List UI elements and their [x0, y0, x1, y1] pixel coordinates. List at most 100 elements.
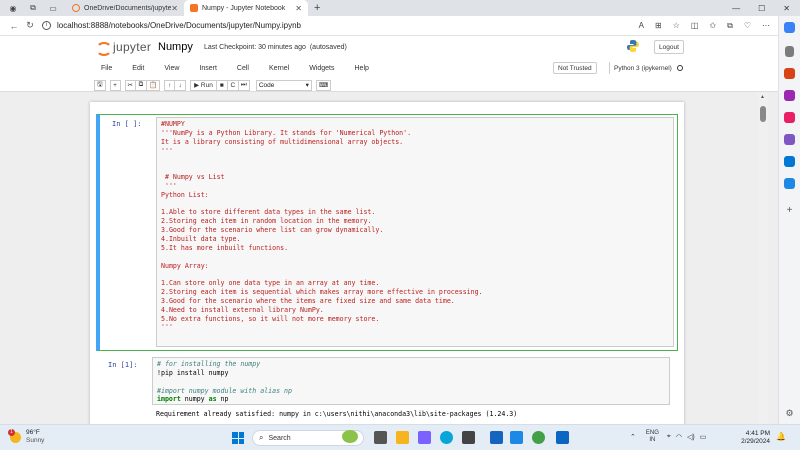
save-button[interactable]: 🖫 [94, 79, 106, 91]
copilot-icon[interactable] [784, 22, 795, 33]
taskbar-clock[interactable]: 4:41 PM 2/29/2024 [728, 430, 770, 446]
shopping-icon[interactable] [784, 68, 795, 79]
language-indicator[interactable]: ENG IN [646, 430, 659, 444]
collections-icon[interactable]: ⧉ [26, 1, 40, 15]
cell-input[interactable]: #NUMPY '''NumPy is a Python Library. It s… [156, 117, 674, 347]
sidebar-settings-icon[interactable]: ⚙ [784, 408, 795, 419]
code-line: 3.Good for the scenario where list can g… [161, 226, 384, 235]
profile-icon[interactable]: ◉ [6, 1, 20, 15]
tools-icon[interactable] [784, 90, 795, 101]
move-up-button[interactable]: ↑ [164, 79, 176, 91]
tab-jupyter-files[interactable]: OneDrive/Documents/jupyter/ ✕ [66, 0, 184, 16]
store-icon[interactable] [462, 431, 475, 444]
menu-insert[interactable]: Insert [199, 65, 217, 72]
code-cell[interactable]: In [ ]: #NUMPY '''NumPy is a Python Libra… [96, 114, 678, 351]
start-button-icon[interactable] [232, 432, 244, 444]
notebook-area: In [ ]: #NUMPY '''NumPy is a Python Libra… [0, 92, 768, 424]
menu-cell[interactable]: Cell [237, 65, 249, 72]
url-field[interactable]: i localhost:8888/notebooks/OneDrive/Docu… [42, 21, 301, 30]
menu-view[interactable]: View [164, 65, 179, 72]
volume-icon[interactable]: ◁) [687, 433, 695, 441]
cell-output: Requirement already satisfied: numpy in … [156, 410, 518, 418]
chevron-up-icon[interactable]: ⌃ [630, 433, 636, 441]
menu-file[interactable]: File [101, 65, 112, 72]
code-cell[interactable]: In [1]: # for installing the numpy !pip … [96, 355, 678, 424]
new-tab-button[interactable]: + [314, 2, 320, 14]
restart-run-all-button[interactable]: ⏭ [238, 79, 250, 91]
outlook-icon[interactable] [784, 156, 795, 167]
tab-numpy-notebook[interactable]: Numpy - Jupyter Notebook ✕ [184, 0, 308, 16]
cell-type-select[interactable]: Code ▾ [255, 79, 312, 91]
tab-actions-icon[interactable]: ▭ [46, 1, 60, 15]
games-icon[interactable] [784, 112, 795, 123]
app-available-icon[interactable]: ⊞ [655, 21, 662, 31]
kernel-name: Python 3 (ipykernel) [614, 64, 672, 72]
anaconda-icon[interactable] [532, 431, 545, 444]
search-label: Search [268, 434, 291, 442]
add-sidebar-icon[interactable]: + [784, 206, 795, 217]
close-window-button[interactable]: ✕ [783, 4, 790, 13]
search-sidebar-icon[interactable] [785, 46, 794, 57]
menu-edit[interactable]: Edit [132, 65, 144, 72]
paste-button[interactable]: 📋 [147, 79, 161, 91]
code-line: # Numpy vs List [161, 173, 225, 182]
wifi-icon[interactable]: ◠ [676, 433, 682, 441]
file-explorer-icon[interactable] [396, 431, 409, 444]
vscode-icon[interactable] [510, 431, 523, 444]
close-tab-icon[interactable]: ✕ [171, 4, 178, 13]
menu-widgets[interactable]: Widgets [309, 65, 334, 72]
move-down-button[interactable]: ↓ [175, 79, 187, 91]
favorites-icon[interactable]: ✩ [709, 21, 716, 31]
back-icon[interactable]: ← [6, 21, 22, 31]
insert-cell-button[interactable]: + [109, 79, 121, 91]
maximize-button[interactable]: ☐ [758, 4, 765, 13]
window-controls: — ☐ ✕ [732, 4, 800, 13]
close-tab-icon[interactable]: ✕ [295, 4, 302, 13]
more-options-icon[interactable]: ⋯ [762, 21, 770, 31]
cell-input[interactable]: # for installing the numpy !pip install … [152, 357, 670, 405]
refresh-icon[interactable]: ↻ [22, 20, 38, 31]
linkedin-icon[interactable] [556, 431, 569, 444]
browser-essentials-icon[interactable]: ♡ [744, 21, 751, 31]
scroll-up-icon[interactable]: ▲ [760, 94, 765, 100]
clock-time: 4:41 PM [745, 430, 770, 437]
windows-taskbar: 1 96°F Sunny ⌕ Search ⌃ ENG IN ⌖ ◠ ◁) ▭ 4… [0, 424, 800, 450]
restart-button[interactable]: C [227, 79, 239, 91]
logout-button[interactable]: Logout [654, 40, 684, 54]
edge-browser-icon[interactable] [440, 431, 453, 444]
code-line: 5.No extra functions, so it will not mor… [161, 314, 380, 323]
code-line: #NUMPY [161, 120, 185, 128]
learning-app-icon[interactable] [490, 431, 503, 444]
code-line: 2.Storing each item in random location i… [161, 217, 372, 226]
drop-icon[interactable] [784, 178, 795, 189]
minimize-button[interactable]: — [732, 4, 740, 13]
notebook-name[interactable]: Numpy [158, 41, 193, 53]
menu-help[interactable]: Help [355, 65, 369, 72]
battery-icon[interactable]: ▭ [700, 433, 707, 441]
jupyter-logo[interactable]: jupyter [95, 40, 151, 56]
menu-kernel[interactable]: Kernel [269, 65, 289, 72]
copy-button[interactable]: ⧉ [136, 79, 147, 91]
favorite-star-icon[interactable]: ☆ [673, 21, 680, 31]
trust-button[interactable]: Not Trusted [553, 62, 597, 74]
browser-tab-bar: ◉ ⧉ ▭ OneDrive/Documents/jupyter/ ✕ Nump… [0, 0, 800, 16]
interrupt-button[interactable]: ■ [216, 79, 228, 91]
site-info-icon[interactable]: i [42, 21, 51, 30]
location-icon[interactable]: ⌖ [667, 433, 671, 441]
code-line: ''' [161, 181, 177, 190]
page-scrollbar[interactable]: ▲ [758, 92, 768, 424]
read-aloud-icon[interactable]: A [639, 21, 644, 31]
scrollbar-thumb[interactable] [760, 106, 766, 122]
task-view-icon[interactable] [374, 431, 387, 444]
cell-prompt: In [ ]: [112, 120, 142, 128]
command-palette-button[interactable]: ⌨ [315, 79, 332, 91]
notifications-bell-icon[interactable]: 🔔 [776, 432, 786, 441]
teams-icon[interactable] [418, 431, 431, 444]
microsoft365-icon[interactable] [784, 134, 795, 145]
split-screen-icon[interactable]: ◫ [691, 21, 699, 31]
weather-widget[interactable]: 1 96°F Sunny [8, 428, 44, 445]
collections-icon[interactable]: ⧉ [727, 21, 733, 31]
run-button[interactable]: ▶ Run [190, 79, 217, 91]
cut-button[interactable]: ✂ [124, 79, 136, 91]
